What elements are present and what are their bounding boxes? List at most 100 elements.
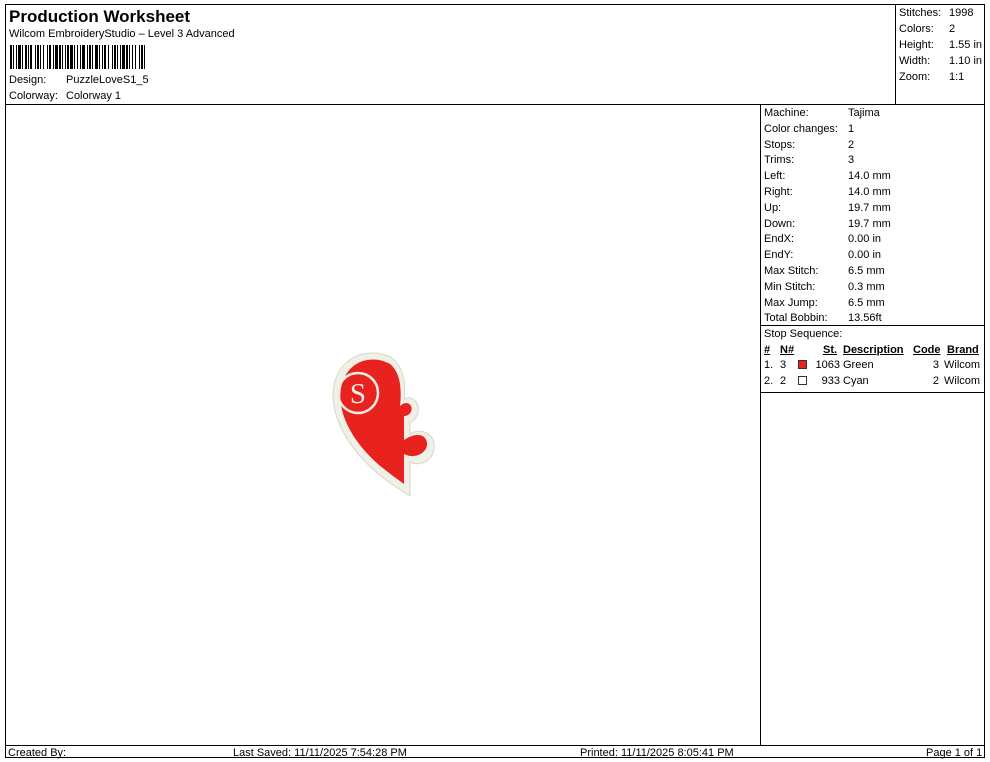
info-row: Max Jump: 6.5 mm bbox=[764, 297, 885, 309]
info-value: 0.00 in bbox=[848, 233, 882, 246]
info-label: Left: bbox=[764, 170, 786, 183]
design-letter: S bbox=[350, 378, 366, 410]
info-label: Color changes: bbox=[764, 122, 838, 135]
page-number: Page 1 of 1 bbox=[926, 747, 983, 759]
colorway-name: Colorway 1 bbox=[66, 90, 122, 102]
height-value: 1.55 in bbox=[949, 39, 983, 51]
stop-num: 1. bbox=[764, 359, 774, 371]
info-label: EndY: bbox=[764, 249, 794, 262]
stop-sequence-label: Stop Sequence: bbox=[764, 328, 843, 340]
machine-info-panel: Machine: Tajima Color changes: 1 Stops: 2 Trim… bbox=[760, 105, 985, 745]
info-row: Right: 14.0 mm bbox=[764, 186, 891, 198]
info-label: Up: bbox=[764, 201, 782, 214]
info-row: EndX: 0.00 in bbox=[764, 233, 881, 245]
summary-stitches: Stitches: 1998 bbox=[899, 7, 973, 19]
info-value: 0.00 in bbox=[848, 249, 882, 262]
barcode-image bbox=[10, 45, 145, 69]
page-title: Production Worksheet bbox=[9, 7, 191, 26]
colors-value: 2 bbox=[949, 23, 956, 35]
info-label: Max Jump: bbox=[764, 296, 818, 309]
info-row: Stops: 2 bbox=[764, 139, 854, 151]
zoom-value: 1:1 bbox=[949, 71, 965, 83]
col-brand-header: Brand bbox=[947, 344, 979, 356]
info-value: 19.7 mm bbox=[848, 201, 891, 214]
info-value: 6.5 mm bbox=[848, 265, 885, 277]
info-row: Machine: Tajima bbox=[764, 107, 880, 119]
info-label: Right: bbox=[764, 186, 793, 198]
worksheet-header: Production Worksheet Wilcom EmbroiderySt… bbox=[6, 5, 984, 105]
info-row: Total Bobbin: 13.56ft bbox=[764, 312, 882, 324]
stop-sequence-table: Stop Sequence: # N# St. Description Code… bbox=[761, 325, 985, 393]
printed-date: Printed: 11/11/2025 8:05:41 PM bbox=[580, 747, 734, 759]
col-code-header: Code bbox=[913, 344, 941, 356]
stop-code: 3 bbox=[932, 359, 939, 371]
last-saved: Last Saved: 11/11/2025 7:54:28 PM bbox=[233, 747, 407, 759]
stop-brand: Wilcom bbox=[944, 374, 981, 387]
info-label: Min Stitch: bbox=[764, 280, 816, 293]
info-value: 3 bbox=[848, 154, 855, 167]
width-value: 1.10 in bbox=[949, 55, 983, 67]
info-label: Down: bbox=[764, 217, 796, 230]
colors-label: Colors: bbox=[899, 23, 934, 35]
stop-needle: 3 bbox=[780, 359, 787, 371]
zoom-label: Zoom: bbox=[899, 71, 931, 83]
colorway-row: Colorway: Colorway 1 bbox=[9, 90, 121, 102]
info-value: 13.56ft bbox=[848, 312, 882, 325]
info-row: Max Stitch: 6.5 mm bbox=[764, 265, 885, 277]
col-st-header: St. bbox=[823, 344, 838, 356]
info-value: 6.5 mm bbox=[848, 296, 885, 309]
color-swatch bbox=[798, 375, 807, 385]
software-name: Wilcom EmbroideryStudio – Level 3 Advanc… bbox=[9, 28, 235, 40]
info-row: Up: 19.7 mm bbox=[764, 202, 891, 214]
stop-description: Green bbox=[843, 359, 874, 371]
info-value: 2 bbox=[848, 138, 855, 151]
info-row: Down: 19.7 mm bbox=[764, 218, 891, 230]
height-label: Height: bbox=[899, 39, 934, 51]
info-value: 0.3 mm bbox=[848, 280, 885, 293]
stop-stitches: 933 bbox=[821, 374, 840, 387]
info-label: Machine: bbox=[764, 107, 809, 119]
info-value: 19.7 mm bbox=[848, 217, 891, 230]
created-by: Created By: bbox=[8, 747, 67, 759]
info-label: Total Bobbin: bbox=[764, 312, 828, 325]
info-row: Left: 14.0 mm bbox=[764, 170, 891, 182]
info-label: EndX: bbox=[764, 233, 794, 246]
width-label: Width: bbox=[899, 55, 931, 67]
summary-width: Width: 1.10 in bbox=[899, 55, 982, 67]
stop-needle: 2 bbox=[780, 374, 787, 387]
puzzle-heart-design: S bbox=[332, 352, 435, 497]
design-name: PuzzleLoveS1_5 bbox=[66, 74, 149, 86]
info-row: Trims: 3 bbox=[764, 154, 854, 166]
colorway-label: Colorway: bbox=[9, 90, 58, 102]
summary-zoom: Zoom: 1:1 bbox=[899, 71, 964, 83]
summary-colors: Colors: 2 bbox=[899, 23, 955, 35]
info-row: Color changes: 1 bbox=[764, 123, 854, 135]
stop-brand: Wilcom bbox=[944, 359, 981, 371]
info-label: Stops: bbox=[764, 138, 796, 151]
info-row: Min Stitch: 0.3 mm bbox=[764, 281, 885, 293]
design-row: Design: PuzzleLoveS1_5 bbox=[9, 74, 149, 86]
worksheet: Production Worksheet Wilcom EmbroiderySt… bbox=[5, 4, 985, 759]
stitches-label: Stitches: bbox=[899, 7, 942, 19]
info-row: EndY: 0.00 in bbox=[764, 249, 881, 261]
summary-height: Height: 1.55 in bbox=[899, 39, 982, 51]
info-label: Max Stitch: bbox=[764, 265, 819, 277]
stop-code: 2 bbox=[932, 374, 939, 387]
info-label: Trims: bbox=[764, 154, 795, 167]
col-desc-header: Description bbox=[843, 344, 904, 356]
stitches-value: 1998 bbox=[949, 7, 974, 19]
info-value: Tajima bbox=[848, 107, 880, 119]
stop-description: Cyan bbox=[843, 374, 869, 387]
info-value: 1 bbox=[848, 122, 855, 135]
info-value: 14.0 mm bbox=[848, 186, 891, 198]
color-swatch bbox=[798, 360, 807, 369]
design-summary: Stitches: 1998 Colors: 2 Height: 1.55 in Wi… bbox=[895, 5, 985, 104]
col-num-header: # bbox=[764, 344, 771, 356]
stop-num: 2. bbox=[764, 374, 774, 387]
info-value: 14.0 mm bbox=[848, 170, 891, 183]
worksheet-footer: Created By: Last Saved: 11/11/2025 7:54:… bbox=[6, 745, 984, 759]
stop-stitches: 1063 bbox=[815, 359, 840, 371]
design-preview-area: S bbox=[6, 105, 760, 745]
design-label: Design: bbox=[9, 74, 47, 86]
col-n-header: N# bbox=[780, 344, 795, 356]
